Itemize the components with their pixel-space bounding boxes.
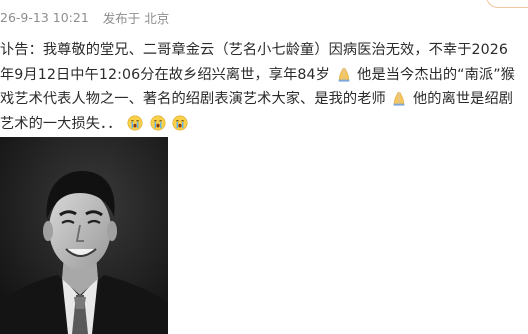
content-line: 讣告：我尊敬的堂兄、二哥章金云（艺名小七龄童）因病医治无效，不幸于2026 [0, 38, 528, 63]
top-action-button[interactable] [486, 0, 528, 8]
crying-emoji-icon [127, 115, 143, 130]
content-text: 戏艺术代表人物之一、著名的绍剧表演艺术大家、是我的老师 [0, 91, 386, 107]
content-text: 讣告：我尊敬的堂兄、二哥章金云（艺名小七龄童）因病医治无效，不幸于2026 [0, 42, 508, 58]
content-line: 年9月12日中午12:06分在故乡绍兴离世，享年84岁 他是当今杰出的“南派”猴 [0, 63, 528, 88]
portrait-image [0, 137, 168, 334]
content-text: 他的离世是绍剧 [413, 91, 514, 107]
post-source: 发布于 北京 [102, 10, 170, 26]
content-text: 年9月12日中午12:06分在故乡绍兴离世，享年84岁 [0, 66, 330, 83]
post-meta: 26-9-13 10:21 发布于 北京 [0, 8, 169, 26]
content-text: 艺术的一大损失．． [0, 115, 122, 132]
crying-emoji-icon [150, 115, 166, 130]
post-content: 讣告：我尊敬的堂兄、二哥章金云（艺名小七龄童）因病医治无效，不幸于2026 年9… [0, 38, 528, 136]
content-line: 戏艺术代表人物之一、著名的绍剧表演艺术大家、是我的老师 他的离世是绍剧 [0, 87, 528, 112]
pray-emoji-icon [338, 67, 349, 82]
post-timestamp[interactable]: 26-9-13 10:21 [0, 10, 89, 25]
content-line: 艺术的一大损失．． [0, 112, 528, 137]
content-text: 他是当今杰出的“南派”猴 [357, 66, 515, 83]
post-photo[interactable] [0, 137, 168, 334]
pray-emoji-icon [393, 91, 405, 106]
weibo-post: 26-9-13 10:21 发布于 北京 讣告：我尊敬的堂兄、二哥章金云（艺名小… [0, 0, 528, 334]
crying-emoji-icon [172, 115, 188, 130]
